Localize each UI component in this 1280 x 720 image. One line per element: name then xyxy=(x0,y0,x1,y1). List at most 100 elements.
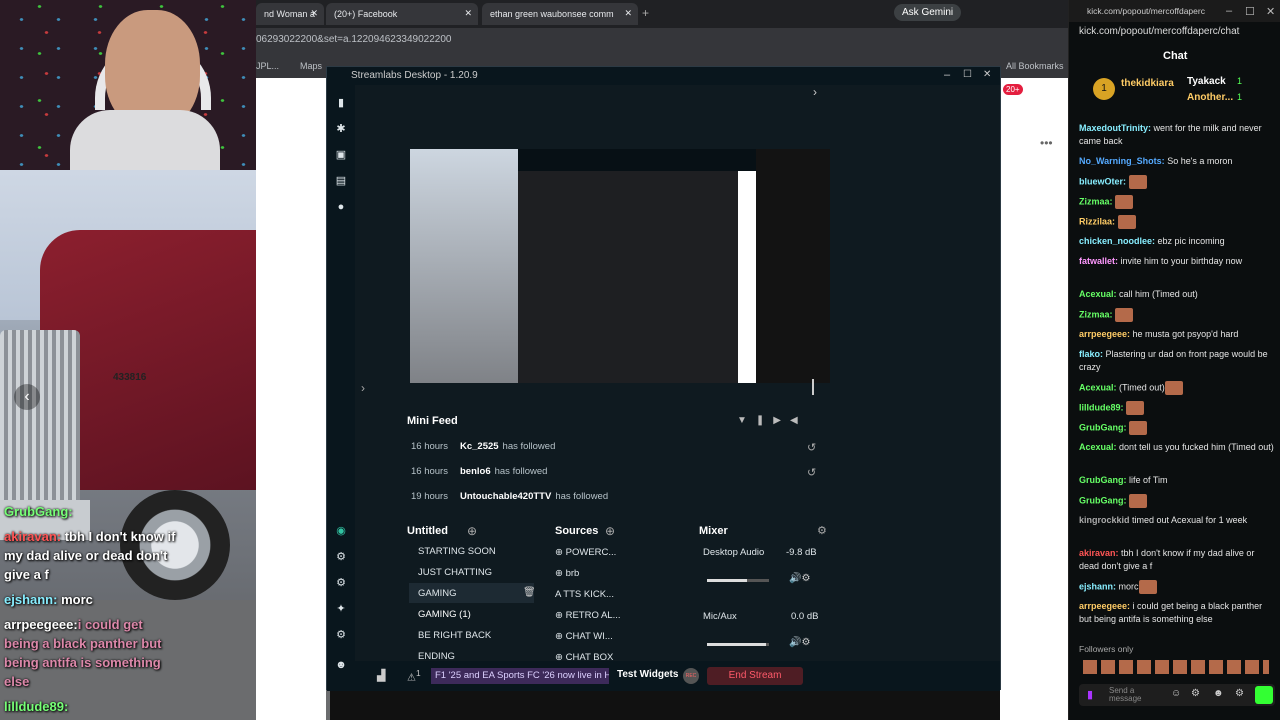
performance-icon[interactable]: ▟ xyxy=(377,669,385,682)
ideas-icon[interactable]: ✦ xyxy=(334,603,348,615)
source-item[interactable]: ⊕ RETRO AL... xyxy=(555,610,679,621)
new-tab-plus-icon[interactable]: + xyxy=(642,6,649,20)
alerts-icon[interactable]: ⚠1 xyxy=(407,668,421,683)
emote-icon[interactable]: ☺ xyxy=(1171,688,1181,699)
replay-icon[interactable]: ↺ xyxy=(807,441,816,454)
top-gifter[interactable]: thekidkiara xyxy=(1121,78,1174,89)
browser-tab-google[interactable]: ethan green waubonsee comm ✕ xyxy=(482,3,638,25)
chat-username[interactable]: bluewOter: xyxy=(1079,176,1126,186)
chat-settings-icon[interactable]: ⚙ xyxy=(1191,688,1200,699)
browser-tab-facebook[interactable]: (20+) Facebook ✕ xyxy=(326,3,478,25)
feed-row: 16 hours Kc_2525 has followed xyxy=(411,441,556,452)
editor-icon[interactable]: ▮ xyxy=(334,97,348,109)
bookmark[interactable]: Maps xyxy=(300,61,322,71)
chat-username[interactable]: Zizmaa: xyxy=(1079,309,1113,319)
speaker-icon[interactable]: 🔊⚙ xyxy=(789,637,810,648)
url-text[interactable]: 06293022200&set=a.122094623349022200 xyxy=(256,34,451,45)
speaker-icon[interactable]: 🔊⚙ xyxy=(789,573,810,584)
source-item[interactable]: ⊕ CHAT WI... xyxy=(555,631,679,642)
tools-icon[interactable]: ⚙ xyxy=(334,577,348,589)
settings-gear-icon[interactable]: ⚙ xyxy=(1235,688,1244,699)
minimize-icon[interactable]: – xyxy=(1226,5,1232,17)
chat-username[interactable]: MaxedoutTrinity: xyxy=(1079,123,1151,133)
minimize-icon[interactable]: – xyxy=(944,69,950,81)
chat-username[interactable]: GrubGang: xyxy=(1079,475,1127,485)
test-widgets-button[interactable]: Test Widgets xyxy=(617,669,678,680)
cloudbot-icon[interactable]: ⚙ xyxy=(334,551,348,563)
source-item[interactable]: A TTS KICK... xyxy=(555,589,679,600)
chat-username[interactable]: chicken_noodlee: xyxy=(1079,236,1155,246)
chat-username[interactable]: Acexual: xyxy=(1079,382,1117,392)
add-source-icon[interactable]: ⊕ xyxy=(605,524,615,538)
news-ticker[interactable]: F1 '25 and EA Sports FC '26 now live in … xyxy=(431,668,609,684)
chat-username[interactable]: flako: xyxy=(1079,349,1103,359)
scene-item-active[interactable]: GAMING (1) xyxy=(409,604,534,624)
stream-preview[interactable] xyxy=(410,149,830,383)
chat-text: call him (Timed out) xyxy=(1119,289,1198,299)
chat-username[interactable]: lilldude89: xyxy=(1079,402,1124,412)
alertbox-icon[interactable]: ▤ xyxy=(334,175,348,187)
send-message-input[interactable]: Send a message xyxy=(1109,687,1149,703)
chat-username[interactable]: Acexual: xyxy=(1079,289,1117,299)
source-item[interactable]: ⊕ brb xyxy=(555,568,679,579)
more-options-icon[interactable]: ••• xyxy=(1040,136,1053,150)
browser-tab[interactable]: nd Woman a ✕ xyxy=(256,3,324,25)
volume-slider-track[interactable] xyxy=(707,579,769,582)
chat-emote xyxy=(1129,494,1148,508)
themes-icon[interactable]: ✱ xyxy=(334,123,348,135)
expand-chevron-icon[interactable]: › xyxy=(361,381,365,395)
source-item[interactable]: ⊕ POWERC... xyxy=(555,547,679,558)
mic-icon[interactable]: ▮ xyxy=(1087,688,1093,701)
chat-username[interactable]: fatwallet: xyxy=(1079,256,1118,266)
chat-username[interactable]: Acexual: xyxy=(1079,442,1117,452)
feed-controls-icon[interactable]: ▼❚▶◀ xyxy=(737,415,807,426)
send-button[interactable] xyxy=(1255,686,1273,704)
profile-icon[interactable]: ☻ xyxy=(334,659,348,671)
chat-username[interactable]: akiravan: xyxy=(1079,548,1119,558)
recordings-icon[interactable]: ● xyxy=(334,201,348,213)
notification-badge: 20+ xyxy=(1003,84,1023,95)
chat-username[interactable]: arrpeegeee: xyxy=(1079,601,1130,611)
scene-collection-title[interactable]: Untitled xyxy=(407,525,448,537)
scene-item[interactable]: BE RIGHT BACK xyxy=(409,625,534,645)
chat-username[interactable]: Rizzilaa: xyxy=(1079,216,1115,226)
close-icon[interactable]: ✕ xyxy=(983,69,991,80)
rec-button[interactable]: REC xyxy=(683,668,699,684)
maximize-icon[interactable]: ☐ xyxy=(1245,5,1255,18)
close-icon[interactable]: ✕ xyxy=(1266,5,1275,18)
stream-icon[interactable]: ◉ xyxy=(334,525,348,537)
scene-item[interactable]: JUST CHATTING xyxy=(409,562,534,582)
chat-username[interactable]: No_Warning_Shots: xyxy=(1079,156,1165,166)
top-gifter[interactable]: Another... xyxy=(1187,92,1233,103)
collapse-chevron-icon[interactable]: › xyxy=(813,85,817,99)
scene-item[interactable]: GAMING xyxy=(409,583,534,603)
chat-username[interactable]: Zizmaa: xyxy=(1079,196,1113,206)
scene-item[interactable]: STARTING SOON xyxy=(409,541,534,561)
volume-slider-track[interactable] xyxy=(707,643,769,646)
chat-username[interactable]: GrubGang: xyxy=(1079,422,1127,432)
settings-icon[interactable]: ⚙ xyxy=(334,629,348,641)
ask-gemini-button[interactable]: Ask Gemini xyxy=(894,4,962,21)
mixer-settings-icon[interactable]: ⚙ xyxy=(817,524,827,537)
chat-message: arrpeegeee: he musta got psyop'd hard xyxy=(1079,328,1274,341)
replay-icon[interactable]: ↺ xyxy=(807,466,816,479)
mixer-db: 0.0 dB xyxy=(791,611,819,622)
chat-username[interactable]: ejshann: xyxy=(1079,581,1116,591)
top-gifter[interactable]: Tyakack xyxy=(1187,76,1226,87)
add-scene-icon[interactable]: ⊕ xyxy=(467,524,477,538)
chat-username[interactable]: arrpeegeee: xyxy=(1079,329,1130,339)
scene-item[interactable]: ENDING xyxy=(409,646,534,660)
scrollbar[interactable] xyxy=(812,379,814,395)
bookmark[interactable]: JPL... xyxy=(256,61,279,71)
chat-username[interactable]: GrubGang: xyxy=(1079,495,1127,505)
maximize-icon[interactable]: ☐ xyxy=(963,69,972,80)
previous-photo-arrow-icon[interactable]: ‹ xyxy=(14,384,40,410)
delete-scene-icon[interactable]: 🗑 xyxy=(523,587,536,598)
end-stream-button[interactable]: End Stream xyxy=(707,667,803,685)
chat-username[interactable]: kingrockkid xyxy=(1079,515,1130,525)
store-icon[interactable]: ▣ xyxy=(334,149,348,161)
emote-picker-icon[interactable]: ☻ xyxy=(1213,688,1224,699)
all-bookmarks[interactable]: All Bookmarks xyxy=(1006,61,1064,71)
emote-bar[interactable] xyxy=(1083,660,1269,674)
chat-message: MaxedoutTrinity: went for the milk and n… xyxy=(1079,122,1274,148)
